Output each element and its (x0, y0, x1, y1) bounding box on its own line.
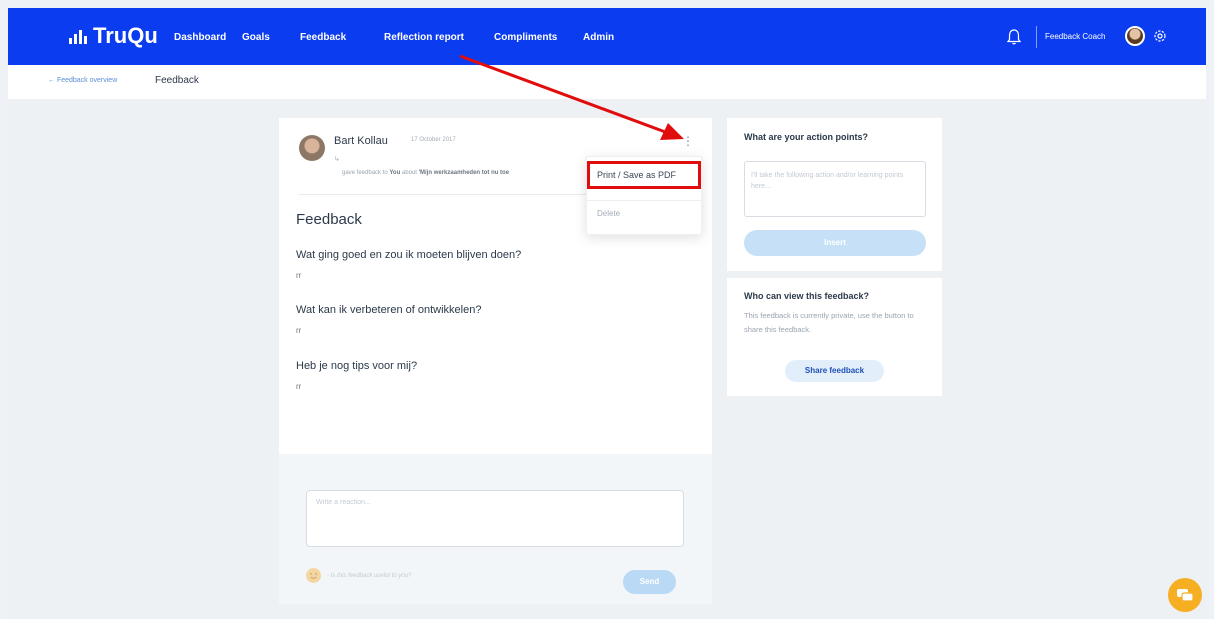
action-points-card: What are your action points? I'll take t… (727, 118, 942, 271)
breadcrumb: ← Feedback overview Feedback (8, 65, 1206, 99)
chat-icon (1177, 589, 1194, 602)
meta-recipient: You (389, 170, 401, 176)
feedback-meta: gave feedback to You about 'Mijn werkzaa… (342, 170, 509, 176)
question-3: Heb je nog tips voor mij? (296, 360, 418, 372)
visibility-text: This feedback is currently private, use … (744, 311, 914, 334)
chat-bubble-button[interactable] (1168, 578, 1202, 612)
more-options-icon[interactable]: ⋮ (682, 135, 694, 147)
meta-about: about (400, 170, 419, 176)
reaction-area: Write a reaction... - Is this feedback u… (279, 454, 712, 604)
reply-arrow-icon: ↳ (334, 156, 340, 163)
useful-rating: - Is this feedback useful to you? (306, 568, 411, 583)
reaction-input[interactable]: Write a reaction... (306, 490, 684, 547)
nav-admin[interactable]: Admin (583, 32, 614, 43)
smiley-face-icon (310, 573, 317, 579)
logo-bars-icon (69, 28, 87, 44)
menu-divider (587, 200, 701, 201)
nav-dashboard[interactable]: Dashboard (174, 32, 226, 43)
user-avatar[interactable] (1125, 26, 1145, 46)
app-frame: TruQu Dashboard Goals Feedback Reflectio… (8, 8, 1206, 619)
breadcrumb-current: Feedback (155, 75, 199, 86)
truqu-logo[interactable]: TruQu (69, 23, 158, 49)
nav-feedback[interactable]: Feedback (300, 32, 346, 43)
visibility-card: Who can view this feedback? This feedbac… (727, 278, 942, 396)
answer-1: rr (296, 271, 302, 280)
bell-icon[interactable] (1006, 28, 1022, 46)
question-2: Wat kan ik verbeteren of ontwikkelen? (296, 304, 482, 316)
action-points-input[interactable]: I'll take the following action and/or le… (744, 161, 926, 217)
feedback-date: 17 October 2017 (411, 137, 456, 143)
user-role-label[interactable]: Feedback Coach (1045, 32, 1105, 41)
gear-icon[interactable] (1152, 28, 1168, 44)
author-avatar (299, 135, 325, 161)
options-dropdown-menu: Print / Save as PDF Delete (586, 156, 702, 235)
send-button[interactable]: Send (623, 570, 676, 594)
share-feedback-button[interactable]: Share feedback (785, 360, 884, 382)
top-navigation: TruQu Dashboard Goals Feedback Reflectio… (8, 8, 1206, 65)
nav-divider (1036, 26, 1037, 48)
nav-goals[interactable]: Goals (242, 32, 270, 43)
nav-reflection-report[interactable]: Reflection report (384, 32, 464, 43)
answer-3: rr (296, 382, 302, 391)
meta-topic: 'Mijn werkzaamheden tot nu toe (418, 170, 510, 176)
visibility-title: Who can view this feedback? (744, 291, 870, 301)
nav-compliments[interactable]: Compliments (494, 32, 557, 43)
action-points-title: What are your action points? (744, 132, 869, 142)
meta-prefix: gave feedback to (342, 170, 390, 176)
smiley-icon[interactable] (306, 568, 321, 583)
action-points-placeholder: I'll take the following action and/or le… (751, 172, 904, 190)
back-to-feedback-overview-link[interactable]: ← Feedback overview (48, 77, 117, 84)
answer-2: rr (296, 326, 302, 335)
author-name: Bart Kollau (334, 135, 388, 147)
delete-menu-item[interactable]: Delete (597, 209, 620, 218)
feedback-title: Feedback (296, 211, 362, 228)
logo-text: TruQu (93, 23, 158, 48)
reaction-placeholder: Write a reaction... (316, 499, 371, 506)
useful-question: - Is this feedback useful to you? (327, 572, 412, 579)
insert-button[interactable]: Insert (744, 230, 926, 256)
print-save-pdf-menu-item[interactable]: Print / Save as PDF (587, 161, 701, 189)
question-1: Wat ging goed en zou ik moeten blijven d… (296, 249, 522, 261)
print-save-pdf-label: Print / Save as PDF (597, 170, 677, 180)
